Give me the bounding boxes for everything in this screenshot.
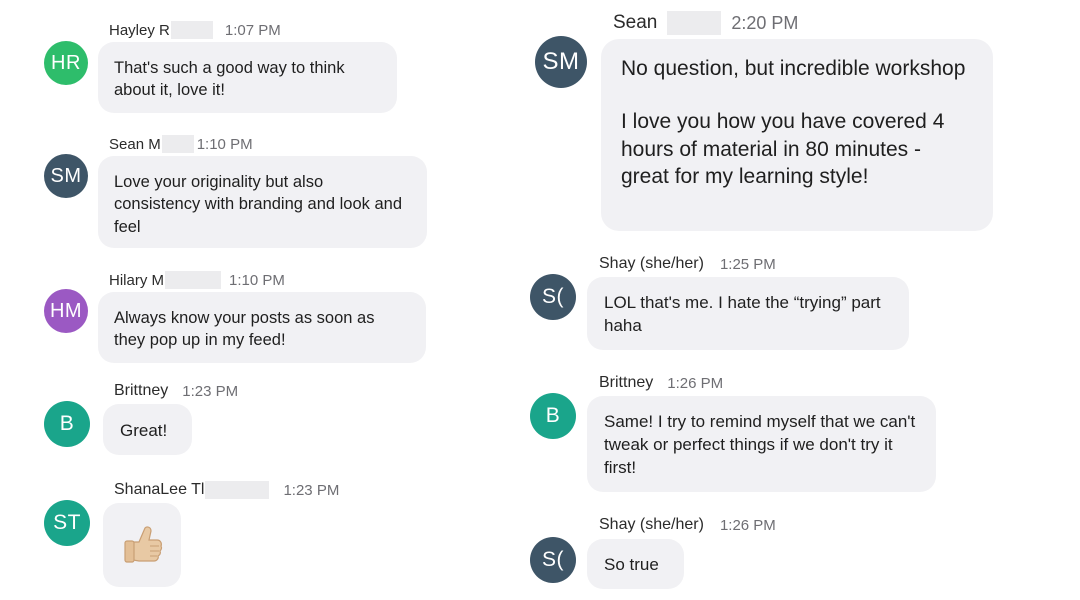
- avatar[interactable]: HM: [44, 289, 88, 333]
- message-text: Love your originality but also consisten…: [114, 173, 403, 236]
- avatar-initials: S(: [542, 548, 564, 571]
- avatar[interactable]: B: [44, 401, 90, 447]
- message-time: 1:23 PM: [283, 481, 340, 499]
- message-time: 1:07 PM: [224, 21, 281, 39]
- avatar-initials: HR: [51, 51, 81, 74]
- message-bubble[interactable]: Same! I try to remind myself that we can…: [587, 396, 936, 492]
- message-bubble[interactable]: So true: [587, 539, 684, 589]
- message-time: 1:25 PM: [719, 255, 776, 273]
- avatar[interactable]: SM: [535, 36, 587, 88]
- message-text: So true: [604, 555, 659, 574]
- message-time: 1:26 PM: [719, 516, 776, 534]
- message-bubble[interactable]: No question, but incredible workshop I l…: [601, 39, 993, 231]
- message-bubble[interactable]: Great!: [103, 404, 192, 455]
- message-time: 1:10 PM: [229, 271, 285, 289]
- message-header: Hilary M 1:10 PM: [109, 271, 285, 289]
- avatar-initials: S(: [542, 285, 564, 308]
- redacted-surname: [165, 271, 221, 289]
- message-time: 1:26 PM: [667, 374, 724, 392]
- avatar[interactable]: S(: [530, 537, 576, 583]
- avatar-initials: B: [59, 412, 75, 435]
- message-header: Sean 2:20 PM: [613, 11, 798, 35]
- message-text: No question, but incredible workshop: [621, 57, 966, 80]
- sender-name: Brittney: [599, 374, 654, 391]
- message-header: Brittney 1:23 PM: [114, 382, 238, 400]
- avatar[interactable]: B: [530, 393, 576, 439]
- redacted-surname: [205, 481, 270, 499]
- chat-column-right: SM Sean 2:20 PM No question, but incredi…: [520, 0, 1080, 600]
- redacted-surname: [170, 21, 213, 39]
- message-time: 2:20 PM: [731, 12, 799, 33]
- message-text: That's such a good way to think about it…: [114, 59, 345, 100]
- message-bubble[interactable]: Always know your posts as soon as they p…: [98, 292, 426, 363]
- avatar-initials: SM: [50, 164, 82, 187]
- avatar[interactable]: ST: [44, 500, 90, 546]
- message-text: Great!: [120, 421, 168, 440]
- avatar[interactable]: HR: [44, 41, 88, 85]
- sender-name: Brittney: [114, 382, 169, 399]
- message-bubble[interactable]: Love your originality but also consisten…: [98, 156, 427, 248]
- chat-column-left: HR Hayley R 1:07 PM That's such a good w…: [0, 0, 520, 600]
- avatar[interactable]: S(: [530, 274, 576, 320]
- message-text: I love you how you have covered 4 hours …: [621, 110, 945, 188]
- avatar-initials: B: [545, 404, 561, 427]
- message-time: 1:23 PM: [182, 382, 239, 400]
- sender-name: Hilary M: [109, 271, 164, 289]
- avatar[interactable]: SM: [44, 154, 88, 198]
- message-header: Shay (she/her) 1:26 PM: [599, 516, 776, 534]
- redacted-surname: [667, 11, 722, 35]
- message-header: Shay (she/her) 1:25 PM: [599, 255, 776, 273]
- sender-name: Shay (she/her): [599, 255, 704, 272]
- message-header: Hayley R 1:07 PM: [109, 21, 281, 39]
- redacted-surname: [161, 135, 194, 153]
- message-header: Sean M 1:10 PM: [109, 135, 253, 153]
- message-text: LOL that's me. I hate the “trying” part …: [604, 293, 881, 335]
- message-text: Always know your posts as soon as they p…: [114, 309, 375, 350]
- sender-name: ShanaLee Tl: [114, 481, 205, 498]
- message-time: 1:10 PM: [196, 135, 253, 153]
- avatar-initials: SM: [542, 48, 580, 75]
- avatar-initials: ST: [53, 511, 81, 534]
- thumbs-up-icon: [124, 526, 163, 563]
- sender-name: Sean M: [109, 135, 161, 153]
- sender-name: Shay (she/her): [599, 516, 704, 533]
- message-bubble[interactable]: That's such a good way to think about it…: [98, 42, 397, 113]
- message-header: Brittney 1:26 PM: [599, 374, 723, 392]
- sender-name: Sean: [613, 12, 658, 33]
- message-header: ShanaLee Tl 1:23 PM: [114, 481, 339, 499]
- message-text: Same! I try to remind myself that we can…: [604, 412, 916, 477]
- message-bubble[interactable]: [103, 503, 181, 587]
- avatar-initials: HM: [49, 299, 83, 322]
- sender-name: Hayley R: [109, 21, 170, 39]
- message-bubble[interactable]: LOL that's me. I hate the “trying” part …: [587, 277, 909, 350]
